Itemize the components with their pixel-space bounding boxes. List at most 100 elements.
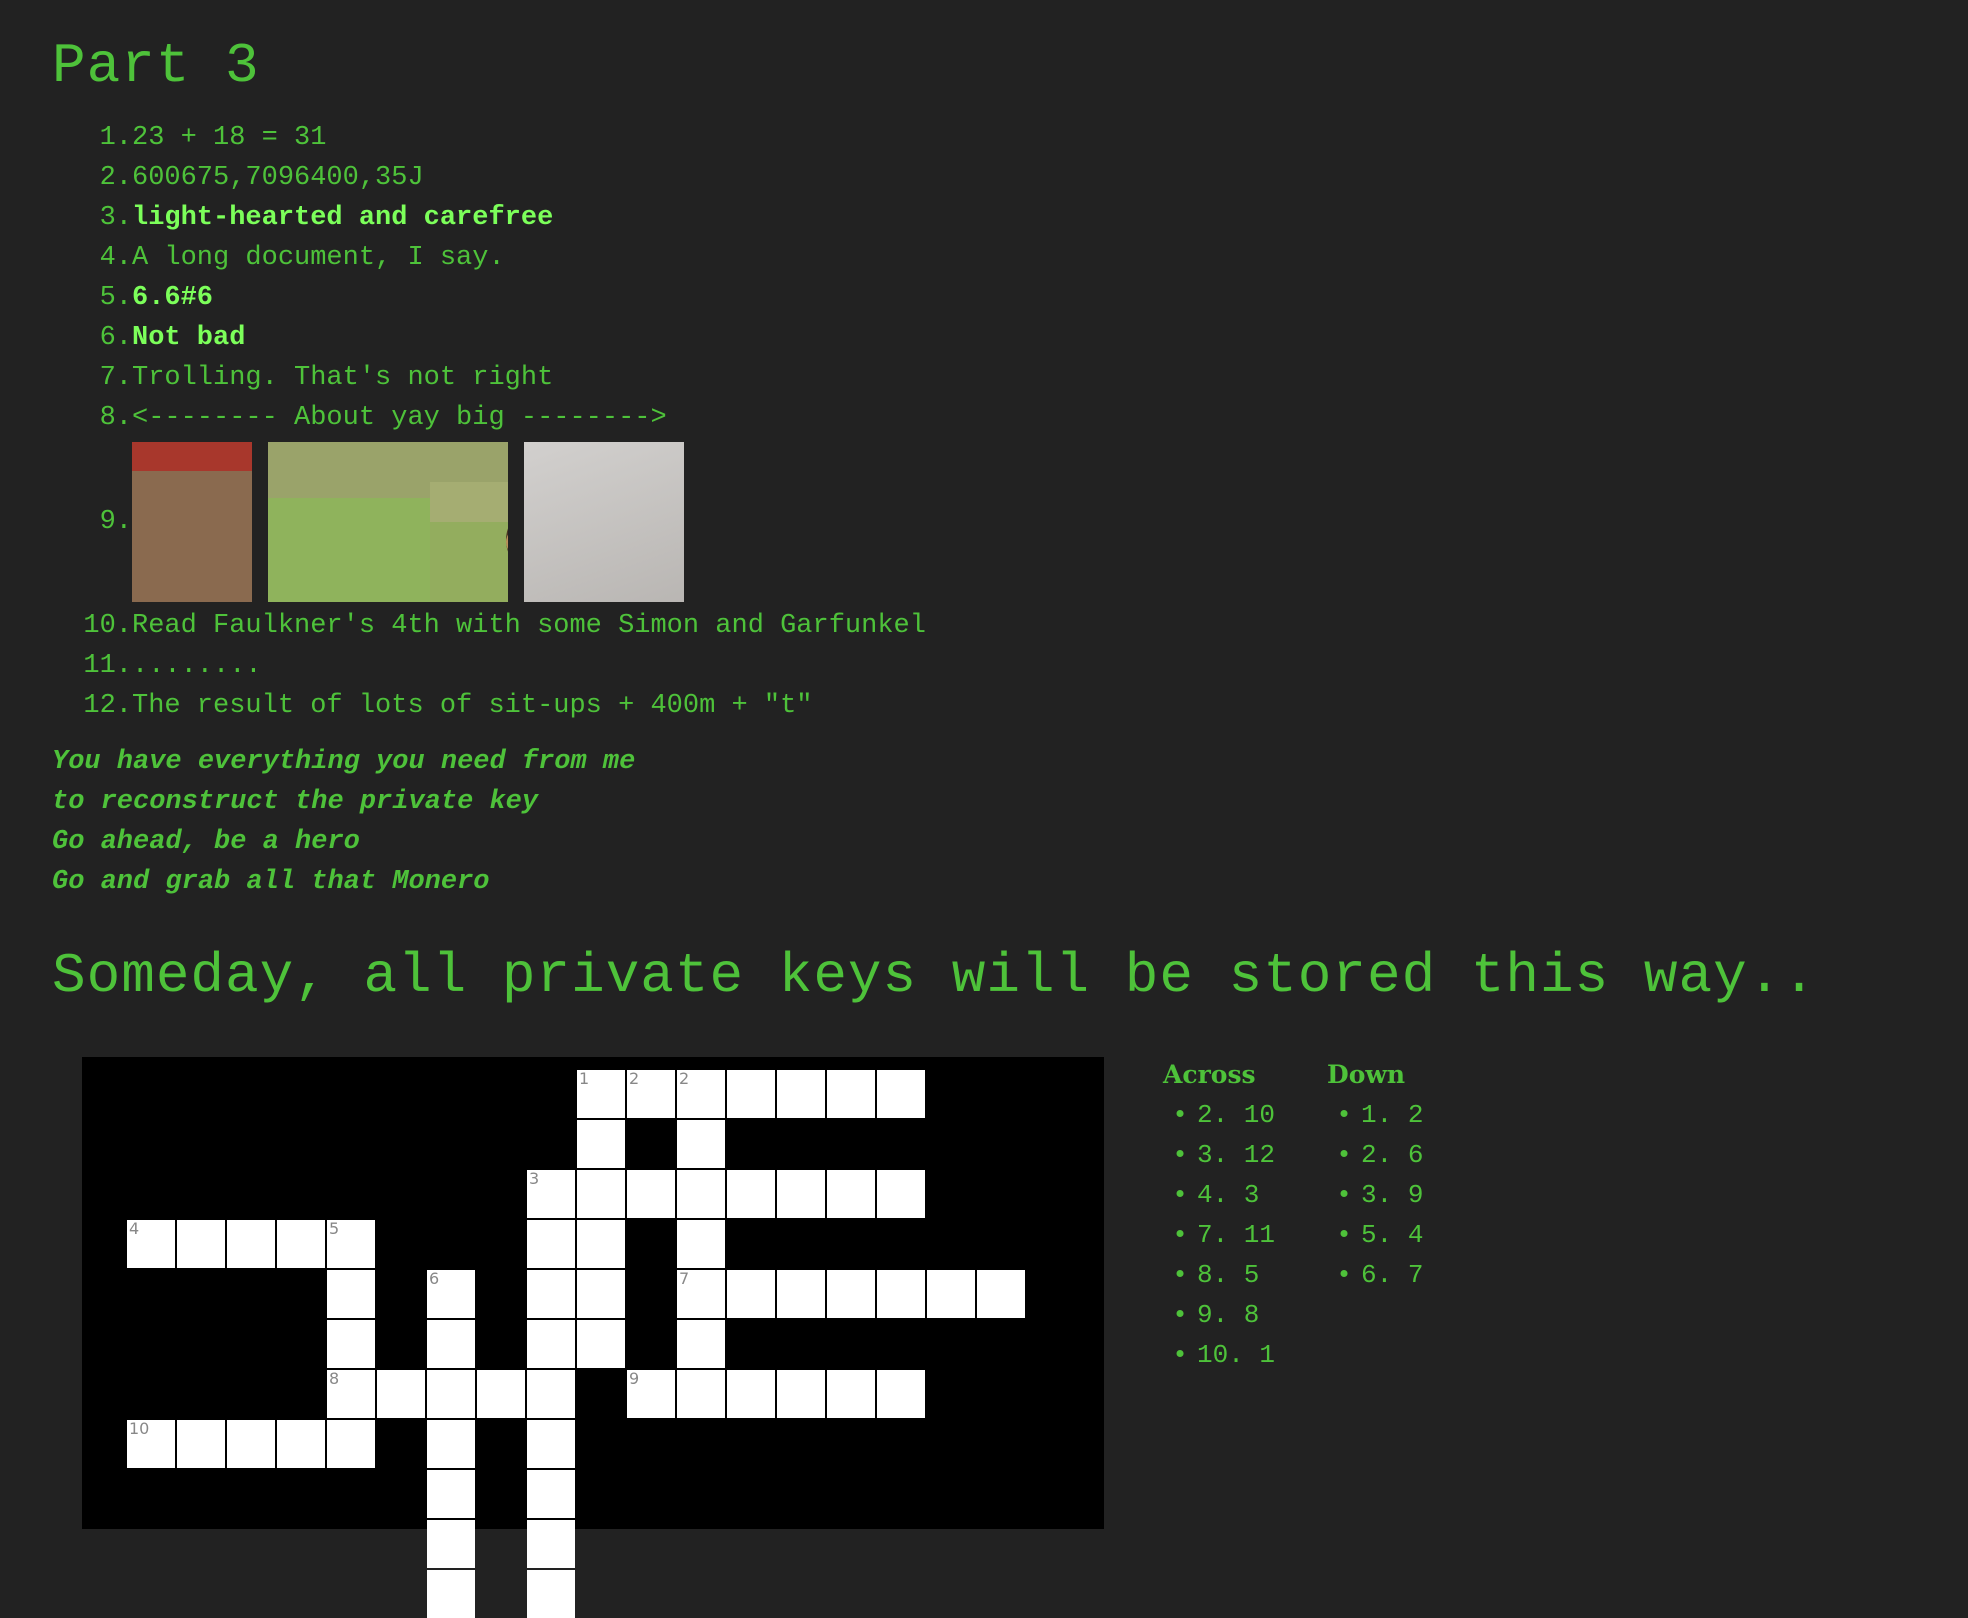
crossword-grid: 2 2 1 7 3 4 5 8 6 9 10 — [82, 1057, 1104, 1618]
cell-number: 1 — [579, 1069, 590, 1088]
crossword-cell[interactable]: 1 — [577, 1070, 625, 1118]
crossword-cell[interactable] — [977, 1270, 1025, 1318]
crossword-cell[interactable] — [727, 1170, 775, 1218]
crossword-cell[interactable] — [327, 1270, 375, 1318]
crossword-cell[interactable] — [877, 1270, 925, 1318]
crossword-cell[interactable] — [577, 1120, 625, 1168]
crossword-cell[interactable] — [427, 1370, 475, 1418]
clue-text: light-hearted and carefree — [132, 203, 554, 233]
list-item: 1. 23 + 18 = 31 — [52, 118, 1152, 158]
crossword-cell[interactable] — [777, 1270, 825, 1318]
headline: Someday, all private keys will be stored… — [52, 944, 1817, 1008]
crossword-cell[interactable] — [777, 1070, 825, 1118]
list-item: 5. 4 — [1327, 1215, 1423, 1255]
crossword-cell[interactable] — [577, 1320, 625, 1368]
crossword-cell[interactable] — [727, 1070, 775, 1118]
list-item: 1. 2 — [1327, 1095, 1423, 1135]
poem: You have everything you need from me to … — [52, 742, 635, 902]
crossword-cell[interactable] — [427, 1570, 475, 1618]
list-item: 3. light-hearted and carefree — [52, 198, 1152, 238]
crossword-cell[interactable] — [427, 1420, 475, 1468]
crossword-clues: Across 2. 10 3. 12 4. 3 7. 11 8. 5 9. 8 … — [1163, 1060, 1423, 1375]
list-item: 2. 600675,7096400,35J — [52, 158, 1152, 198]
crossword-cell[interactable] — [827, 1170, 875, 1218]
crossword-cell[interactable] — [577, 1270, 625, 1318]
crossword-cell[interactable]: 7 — [677, 1270, 725, 1318]
part-title: Part 3 — [52, 34, 260, 98]
list-item: 2. 10 — [1163, 1095, 1275, 1135]
across-heading: Across — [1163, 1060, 1256, 1089]
cell-number: 2 — [679, 1069, 690, 1088]
crossword-cell[interactable] — [527, 1370, 575, 1418]
crossword-cell[interactable] — [227, 1420, 275, 1468]
clue-text: 600675,7096400,35J — [132, 163, 424, 193]
crossword-cell[interactable]: 2 — [627, 1070, 675, 1118]
crossword-cell[interactable] — [177, 1220, 225, 1268]
down-clues: Down 1. 2 2. 6 3. 9 5. 4 6. 7 — [1327, 1060, 1423, 1375]
list-item: 9. 8 — [1163, 1295, 1275, 1335]
clue-text: Read Faulkner's 4th with some Simon and … — [132, 611, 926, 641]
crossword-cell[interactable] — [877, 1170, 925, 1218]
clue-text: Not bad — [132, 323, 246, 353]
crossword-cell[interactable] — [527, 1420, 575, 1468]
list-item: 5. 6.6#6 — [52, 278, 1152, 318]
crossword-cell[interactable] — [577, 1170, 625, 1218]
crossword-cell[interactable] — [527, 1320, 575, 1368]
crossword-cell[interactable] — [527, 1470, 575, 1518]
clue-list: 1. 23 + 18 = 31 2. 600675,7096400,35J 3. li… — [52, 118, 1152, 726]
clue-text: 23 + 18 = 31 — [132, 123, 327, 153]
crossword-cell[interactable] — [677, 1370, 725, 1418]
cell-number: 7 — [679, 1269, 690, 1288]
crossword-cell[interactable] — [727, 1370, 775, 1418]
crossword-cell[interactable]: 8 — [327, 1370, 375, 1418]
crossword-cell[interactable] — [527, 1220, 575, 1268]
list-item: 7. 11 — [1163, 1215, 1275, 1255]
crossword-cell[interactable] — [227, 1220, 275, 1268]
crossword-cell[interactable]: 4 — [127, 1220, 175, 1268]
crossword-cell[interactable] — [277, 1420, 325, 1468]
crossword-cell[interactable] — [527, 1270, 575, 1318]
crossword-cell[interactable] — [527, 1520, 575, 1568]
crossword-cell[interactable]: 6 — [427, 1270, 475, 1318]
poem-line: Go ahead, be a hero — [52, 827, 360, 857]
crossword-cell[interactable] — [777, 1370, 825, 1418]
list-item: 2. 6 — [1327, 1135, 1423, 1175]
crossword-cell[interactable]: 2 — [677, 1070, 725, 1118]
cell-number: 10 — [129, 1419, 150, 1438]
crossword-cell[interactable] — [677, 1220, 725, 1268]
crossword-cell[interactable] — [327, 1420, 375, 1468]
crossword-cell[interactable] — [427, 1320, 475, 1368]
crossword-cell[interactable] — [677, 1320, 725, 1368]
crossword-cell[interactable] — [827, 1270, 875, 1318]
crossword-cell[interactable] — [927, 1270, 975, 1318]
crossword-cell[interactable] — [177, 1420, 225, 1468]
crossword-cell[interactable] — [877, 1370, 925, 1418]
crossword-cell[interactable] — [627, 1170, 675, 1218]
clue-text: A long document, I say. — [132, 243, 505, 273]
crossword-cell[interactable] — [277, 1220, 325, 1268]
crossword-cell[interactable] — [527, 1570, 575, 1618]
list-item: 4. A long document, I say. — [52, 238, 1152, 278]
list-item: 10. Read Faulkner's 4th with some Simon a… — [52, 606, 1152, 646]
crossword-cell[interactable]: 10 — [127, 1420, 175, 1468]
crossword-cell[interactable] — [327, 1320, 375, 1368]
crossword-cell[interactable] — [827, 1070, 875, 1118]
crossword-cell[interactable] — [477, 1370, 525, 1418]
crossword-cell[interactable] — [877, 1070, 925, 1118]
crossword-cell[interactable] — [427, 1520, 475, 1568]
cell-number: 3 — [529, 1169, 540, 1188]
crossword-cell[interactable] — [827, 1370, 875, 1418]
crossword-cell[interactable]: 5 — [327, 1220, 375, 1268]
crossword-cell[interactable]: 3 — [527, 1170, 575, 1218]
crossword-cell[interactable] — [727, 1270, 775, 1318]
crossword-cell[interactable] — [677, 1170, 725, 1218]
crossword-cell[interactable] — [377, 1370, 425, 1418]
list-item: 9. — [52, 438, 1152, 606]
crossword-cell[interactable] — [427, 1470, 475, 1518]
crossword-cell[interactable]: 9 — [627, 1370, 675, 1418]
crossword-cell[interactable] — [677, 1120, 725, 1168]
list-item: 4. 3 — [1163, 1175, 1275, 1215]
crossword-cell[interactable] — [777, 1170, 825, 1218]
crossword-cell[interactable] — [577, 1220, 625, 1268]
person-with-hat-image — [132, 442, 252, 602]
